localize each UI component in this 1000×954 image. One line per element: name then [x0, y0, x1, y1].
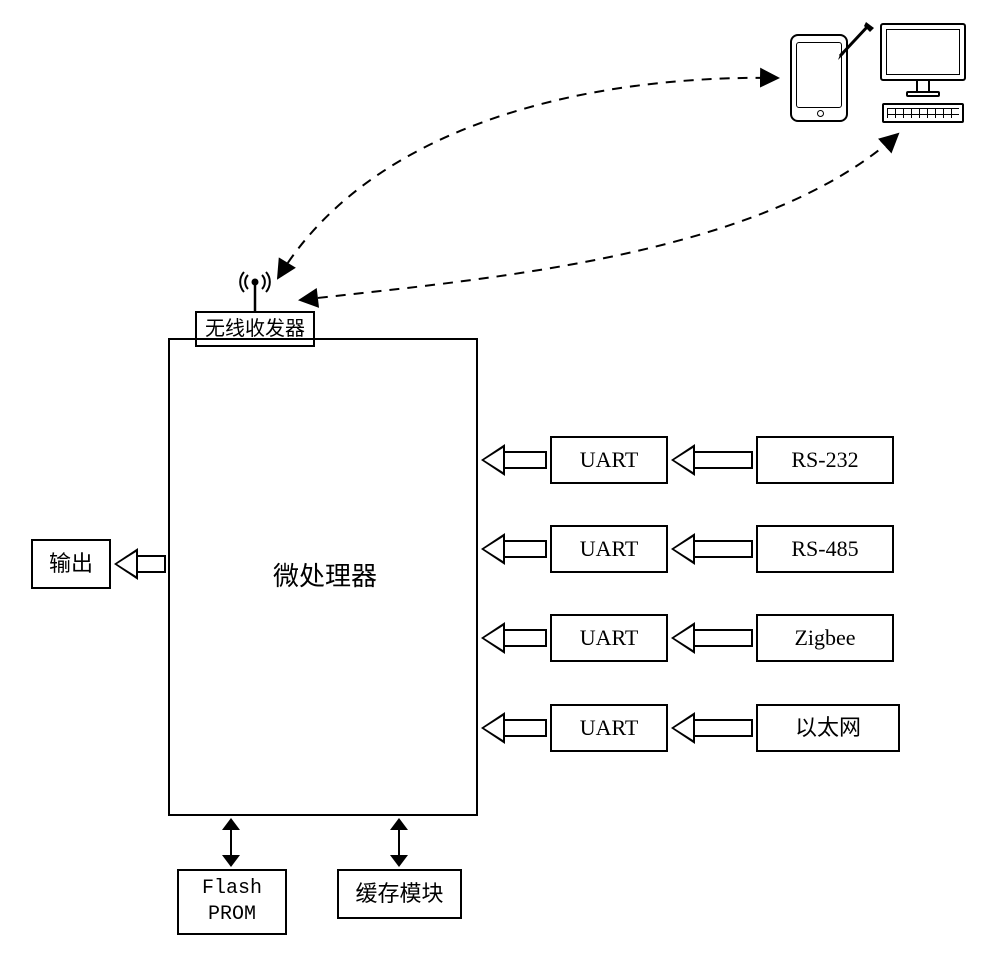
arrow-rs485-to-uart — [671, 536, 753, 562]
arrow-mpu-flash — [222, 818, 240, 867]
uart-label-1: UART — [580, 446, 639, 475]
microprocessor-label: 微处理器 — [270, 556, 380, 593]
cache-label: 缓存模块 — [355, 880, 443, 909]
flash-prom-box: Flash PROM — [177, 869, 287, 935]
arrow-uart4-to-mpu — [481, 715, 547, 741]
arrow-mpu-cache — [390, 818, 408, 867]
uart-box-4: UART — [550, 704, 668, 752]
rs485-label: RS-485 — [791, 535, 858, 564]
rs232-label: RS-232 — [791, 446, 858, 475]
uart-label-4: UART — [580, 714, 639, 743]
arrow-uart2-to-mpu — [481, 536, 547, 562]
zigbee-box: Zigbee — [756, 614, 894, 662]
output-label: 输出 — [49, 550, 93, 579]
antenna-icon — [238, 270, 272, 314]
rs232-box: RS-232 — [756, 436, 894, 484]
arrow-ethernet-to-uart — [671, 715, 753, 741]
rs485-box: RS-485 — [756, 525, 894, 573]
arrow-mpu-to-output — [114, 551, 166, 577]
uart-box-3: UART — [550, 614, 668, 662]
microprocessor-box: 微处理器 — [168, 338, 478, 816]
arrow-uart1-to-mpu — [481, 447, 547, 473]
uart-box-2: UART — [550, 525, 668, 573]
uart-label-3: UART — [580, 624, 639, 653]
arrow-rs232-to-uart — [671, 447, 753, 473]
arrow-zigbee-to-uart — [671, 625, 753, 651]
arrow-uart3-to-mpu — [481, 625, 547, 651]
cache-box: 缓存模块 — [337, 869, 462, 919]
wireless-link-to-computer — [0, 0, 1000, 450]
uart-label-2: UART — [580, 535, 639, 564]
ethernet-box: 以太网 — [756, 704, 900, 752]
zigbee-label: Zigbee — [794, 624, 855, 653]
ethernet-label: 以太网 — [795, 714, 861, 743]
output-box: 输出 — [31, 539, 111, 589]
uart-box-1: UART — [550, 436, 668, 484]
flash-prom-label: Flash PROM — [202, 876, 262, 928]
